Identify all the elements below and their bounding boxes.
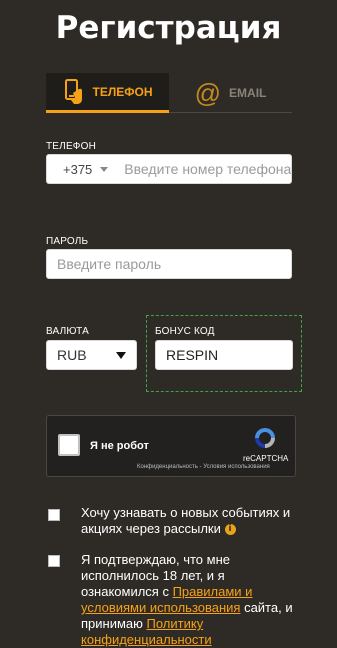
recaptcha-links[interactable]: Конфиденциальность - Условия использован… bbox=[137, 464, 270, 470]
currency-select[interactable]: RUB bbox=[46, 340, 137, 370]
phone-label: ТЕЛЕФОН bbox=[46, 141, 97, 152]
terms-checkbox[interactable] bbox=[48, 555, 60, 567]
tab-phone-label: ТЕЛЕФОН bbox=[92, 84, 153, 99]
bonus-code-value: RESPIN bbox=[166, 347, 219, 363]
currency-label: ВАЛЮТА bbox=[46, 326, 89, 337]
tab-phone[interactable]: ТЕЛЕФОН bbox=[46, 73, 169, 113]
recaptcha-checkbox[interactable] bbox=[58, 434, 80, 456]
phone-field: +375 Введите номер телефона bbox=[46, 154, 292, 184]
bonus-label: БОНУС КОД bbox=[155, 326, 215, 337]
chevron-down-icon[interactable] bbox=[100, 166, 109, 172]
country-code[interactable]: +375 bbox=[63, 162, 92, 177]
password-input[interactable]: Введите пароль bbox=[46, 249, 292, 279]
currency-value: RUB bbox=[57, 347, 87, 363]
recaptcha-logo-icon bbox=[255, 428, 275, 448]
newsletter-label: Хочу узнавать о новых событиях и акциях … bbox=[81, 505, 291, 536]
bonus-code-input[interactable]: RESPIN bbox=[155, 340, 293, 370]
recaptcha-brand: reCAPTCHA bbox=[243, 454, 289, 463]
recaptcha-label: Я не робот bbox=[90, 440, 149, 452]
newsletter-checkbox[interactable] bbox=[48, 509, 60, 521]
tab-email[interactable]: @ EMAIL bbox=[169, 73, 292, 113]
caret-down-icon bbox=[116, 351, 126, 359]
at-icon: @ bbox=[194, 77, 222, 108]
tab-email-label: EMAIL bbox=[229, 85, 267, 100]
newsletter-text: Хочу узнавать о новых событиях и акциях … bbox=[81, 505, 301, 537]
phone-input[interactable]: Введите номер телефона bbox=[124, 161, 291, 177]
info-icon[interactable]: i bbox=[224, 524, 236, 536]
phone-hand-icon bbox=[64, 78, 82, 104]
registration-tabs: ТЕЛЕФОН @ EMAIL bbox=[46, 73, 292, 113]
recaptcha-widget: Я не робот reCAPTCHA Конфиденциальность … bbox=[46, 415, 296, 477]
password-label: ПАРОЛЬ bbox=[46, 236, 89, 247]
password-placeholder: Введите пароль bbox=[57, 256, 162, 272]
page-title: Регистрация bbox=[55, 10, 282, 46]
terms-text: Я подтверждаю, что мне исполнилось 18 ле… bbox=[81, 552, 301, 648]
